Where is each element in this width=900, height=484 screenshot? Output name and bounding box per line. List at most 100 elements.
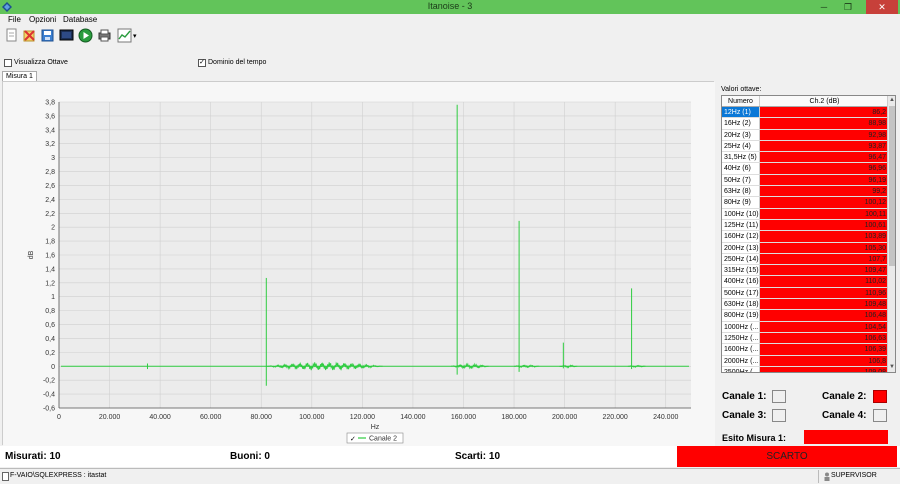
table-row[interactable]: 1250Hz (... 106,63 bbox=[722, 332, 889, 345]
menu-opzioni[interactable]: Opzioni bbox=[29, 15, 56, 24]
tab-misura-1[interactable]: Misura 1 bbox=[2, 71, 37, 81]
y-tick-label: 0,4 bbox=[45, 336, 55, 343]
x-tick-label: 180.000 bbox=[501, 414, 526, 421]
table-row[interactable]: 31,5Hz (5) 96,47 bbox=[722, 152, 889, 164]
table-row[interactable]: 400Hz (16) 110,02 bbox=[722, 276, 889, 288]
window-title: Itanoise - 3 bbox=[427, 1, 473, 11]
menu-file[interactable]: File bbox=[8, 15, 21, 24]
connection-status: F-VAIO\SQLEXPRESS : itastat bbox=[10, 472, 107, 479]
row-frequency: 125Hz (11) bbox=[724, 219, 760, 231]
row-value: 110,96 bbox=[760, 287, 889, 299]
x-tick-label: 120.000 bbox=[350, 414, 375, 421]
table-row[interactable]: 100Hz (10) 100,11 bbox=[722, 208, 889, 220]
column-numero[interactable]: Numero bbox=[722, 96, 760, 106]
x-tick-label: 60.000 bbox=[200, 414, 222, 421]
current-user: SUPERVISOR bbox=[831, 472, 877, 479]
new-document-icon[interactable] bbox=[4, 28, 19, 43]
chart-dropdown-icon[interactable]: ▾ bbox=[133, 32, 137, 40]
table-row[interactable]: 12Hz (1) 86,2 bbox=[722, 107, 889, 119]
user-icon bbox=[824, 472, 830, 481]
row-value: 99,2 bbox=[760, 186, 889, 197]
grid-header: Numero Ch.2 (dB) bbox=[722, 96, 889, 107]
table-row[interactable]: 160Hz (12) 103,89 bbox=[722, 231, 889, 243]
y-tick-label: 3,2 bbox=[45, 141, 55, 148]
row-value: 106,48 bbox=[760, 310, 889, 321]
row-frequency: 1000Hz (... bbox=[724, 321, 760, 332]
table-row[interactable]: 1000Hz (... 104,54 bbox=[722, 321, 889, 333]
row-value: 100,61 bbox=[760, 219, 889, 231]
table-row[interactable]: 16Hz (2) 88,98 bbox=[722, 118, 889, 130]
row-frequency: 1250Hz (... bbox=[724, 332, 760, 344]
x-tick-label: 160.000 bbox=[451, 414, 476, 421]
chart-panel: -0,6 -0,4 -0,2 0 0,2 0,4 0,6 0,8 1 1,2 1,4 1,6 1,8 2 2… bbox=[2, 81, 715, 446]
row-frequency: 40Hz (6) bbox=[722, 163, 760, 174]
options-bar: Visualizza Ottave ✓ Dominio del tempo bbox=[0, 58, 900, 70]
table-row[interactable]: 40Hz (6) 96,96 bbox=[722, 163, 889, 175]
scroll-down-icon[interactable]: ▼ bbox=[888, 363, 895, 372]
minimize-button[interactable]: ─ bbox=[813, 0, 835, 14]
misurati-count: Misurati: 10 bbox=[5, 451, 61, 462]
y-tick-label: 0 bbox=[51, 364, 55, 371]
database-icon bbox=[2, 472, 9, 481]
print-icon[interactable] bbox=[97, 28, 112, 43]
table-row[interactable]: 200Hz (13) 105,30 bbox=[722, 242, 889, 254]
buoni-count: Buoni: 0 bbox=[230, 451, 270, 462]
table-row[interactable]: 50Hz (7) 96,19 bbox=[722, 174, 889, 187]
y-tick-label: 3,6 bbox=[45, 113, 55, 120]
scroll-up-icon[interactable]: ▲ bbox=[888, 96, 895, 105]
time-domain-chart: -0,6-0,4-0,200,20,40,60,811,21,41,61,822… bbox=[3, 82, 715, 446]
esito-misura-label: Esito Misura 1: bbox=[722, 433, 787, 443]
y-tick-label: 2 bbox=[51, 225, 55, 232]
x-tick-label: 200.000 bbox=[552, 414, 577, 421]
table-row[interactable]: 500Hz (17) 110,96 bbox=[722, 287, 889, 300]
dominio-tempo-checkbox[interactable]: ✓ bbox=[198, 59, 206, 67]
y-tick-label: 1,2 bbox=[45, 280, 55, 287]
table-row[interactable]: 63Hz (8) 99,2 bbox=[722, 186, 889, 198]
y-tick-label: 1,8 bbox=[45, 239, 55, 246]
table-row[interactable]: 80Hz (9) 100,12 bbox=[722, 197, 889, 209]
close-button[interactable]: ✕ bbox=[866, 0, 898, 14]
canale-4-label: Canale 4: bbox=[822, 410, 867, 421]
table-row[interactable]: 125Hz (11) 100,61 bbox=[722, 219, 889, 232]
dominio-tempo-label: Dominio del tempo bbox=[208, 59, 267, 66]
row-frequency: 630Hz (18) bbox=[724, 299, 760, 310]
row-value: 96,19 bbox=[760, 174, 889, 186]
visualizza-ottave-checkbox[interactable] bbox=[4, 59, 12, 67]
row-value: 92,98 bbox=[760, 129, 889, 140]
chart-icon[interactable] bbox=[117, 28, 132, 43]
y-tick-label: 3,4 bbox=[45, 127, 55, 134]
row-value: 105,30 bbox=[760, 242, 889, 253]
maximize-button[interactable]: ❐ bbox=[837, 0, 859, 14]
table-row[interactable]: 25Hz (4) 93,87 bbox=[722, 140, 889, 153]
y-tick-label: 2,8 bbox=[45, 169, 55, 176]
table-row[interactable]: 250Hz (14) 107,7 bbox=[722, 253, 889, 266]
y-tick-label: 2,6 bbox=[45, 183, 55, 190]
y-tick-label: 2,2 bbox=[45, 211, 55, 218]
row-frequency: 160Hz (12) bbox=[724, 231, 760, 242]
row-frequency: 400Hz (16) bbox=[724, 276, 760, 287]
table-row[interactable]: 2500Hz (... 109,08 bbox=[722, 366, 889, 372]
row-value: 106,8 bbox=[760, 355, 889, 366]
column-ch2[interactable]: Ch.2 (dB) bbox=[760, 96, 889, 106]
monitor-icon[interactable] bbox=[59, 28, 74, 43]
scroll-thumb[interactable] bbox=[889, 106, 895, 266]
table-row[interactable]: 20Hz (3) 92,98 bbox=[722, 129, 889, 141]
grid-scrollbar[interactable]: ▲ ▼ bbox=[887, 96, 895, 372]
status-separator bbox=[818, 470, 819, 483]
delete-icon[interactable] bbox=[22, 28, 37, 43]
table-row[interactable]: 2000Hz (... 106,8 bbox=[722, 355, 889, 367]
table-row[interactable]: 800Hz (19) 106,48 bbox=[722, 310, 889, 322]
canale-1-label: Canale 1: bbox=[722, 391, 767, 402]
row-frequency: 31,5Hz (5) bbox=[722, 152, 760, 163]
table-row[interactable]: 630Hz (18) 109,48 bbox=[722, 299, 889, 311]
save-icon[interactable] bbox=[40, 28, 55, 43]
row-value: 100,12 bbox=[760, 197, 889, 208]
row-frequency: 315Hz (15) bbox=[724, 265, 760, 276]
table-row[interactable]: 1600Hz (... 106,39 bbox=[722, 344, 889, 356]
menu-database[interactable]: Database bbox=[63, 15, 97, 24]
play-icon[interactable] bbox=[78, 28, 93, 43]
row-frequency: 100Hz (10) bbox=[724, 208, 760, 219]
table-row[interactable]: 315Hz (15) 109,47 bbox=[722, 265, 889, 277]
row-frequency: 250Hz (14) bbox=[724, 253, 760, 265]
row-value: 106,63 bbox=[760, 332, 889, 344]
